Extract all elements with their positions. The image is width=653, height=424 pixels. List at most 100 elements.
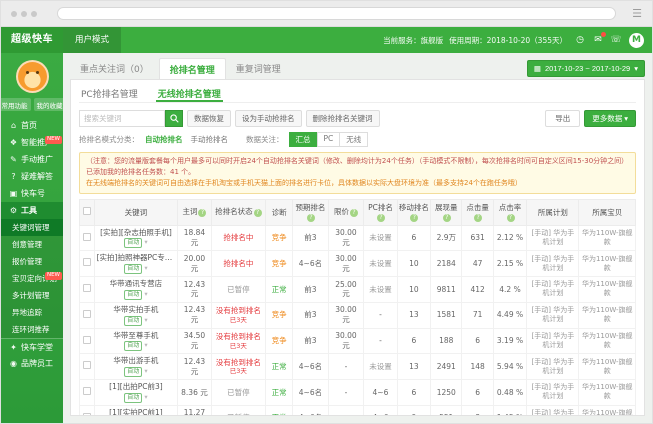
help-icon[interactable]: ?: [254, 209, 262, 217]
window-dot[interactable]: [11, 11, 17, 17]
sidebar-item[interactable]: 关键词管理: [1, 219, 63, 236]
filter-segment[interactable]: 无线: [339, 132, 368, 147]
sidebar-item[interactable]: 多计划管理: [1, 287, 63, 304]
subtab-item[interactable]: 无线抢排名管理: [156, 85, 223, 102]
chevron-down-icon[interactable]: ▾: [142, 238, 147, 246]
header-right: 当前服务：旗舰版 使用周期：2018-10-20（355天） ◷✉☏ M: [383, 33, 652, 48]
pc-rank: 4~6: [364, 380, 397, 406]
filter-segment[interactable]: 汇总: [289, 132, 318, 147]
school-icon: ✦: [9, 343, 18, 352]
clicks: 412: [462, 277, 493, 303]
search-button[interactable]: [165, 110, 183, 127]
status-cell: 已暂停: [211, 405, 265, 416]
tab-user-mode[interactable]: 用户模式: [63, 27, 121, 53]
help-icon[interactable]: ?: [198, 209, 206, 217]
sidebar-item[interactable]: 异地追踪: [1, 304, 63, 321]
status-text: 抢排名中: [214, 233, 263, 243]
clicks: 8: [462, 405, 493, 416]
tab-item[interactable]: 抢排名管理: [159, 58, 226, 79]
filter-option[interactable]: 手动抢排名: [191, 134, 229, 145]
sidebar-item[interactable]: ❖智能推广NEW: [1, 134, 63, 151]
diagnosis: 正常: [266, 380, 293, 406]
date-range-picker[interactable]: ▦ 2017-10-23 ~ 2017-10-29 ▾: [527, 60, 645, 77]
service-icon[interactable]: ☏: [609, 33, 623, 47]
clicks: 148: [462, 354, 493, 380]
ctr: 2.12 %: [493, 225, 526, 251]
more-data-button[interactable]: 更多数据 ▾: [584, 110, 636, 127]
sidebar-item[interactable]: ✦快车学堂: [1, 338, 63, 355]
row-checkbox[interactable]: [83, 310, 91, 318]
column-header: 主词?: [178, 199, 211, 225]
sidebar-item[interactable]: ?疑难解答: [1, 168, 63, 185]
filter-option[interactable]: 自动抢排名: [145, 134, 183, 145]
window-dot[interactable]: [31, 11, 37, 17]
row-checkbox[interactable]: [83, 284, 91, 292]
help-icon[interactable]: ?: [443, 214, 451, 222]
sidebar-item[interactable]: ▣快车号: [1, 185, 63, 202]
manual-promo-icon: ✎: [9, 155, 18, 164]
toolbar-button[interactable]: 删除抢排名关键词: [306, 110, 380, 127]
pc-rank: 未设置: [364, 251, 397, 277]
column-label: 主词: [182, 207, 197, 216]
chevron-down-icon[interactable]: ▾: [142, 316, 147, 324]
sidebar-item[interactable]: ⚙工具: [1, 202, 63, 219]
limit-price: 30.00 元: [328, 328, 364, 354]
chevron-down-icon[interactable]: ▾: [142, 341, 147, 349]
chevron-down-icon[interactable]: ▾: [142, 264, 147, 272]
chevron-down-icon[interactable]: ▾: [142, 393, 147, 401]
browser-window: ☰ 超级快车 用户模式 当前服务：旗舰版 使用周期：2018-10-20（355…: [0, 0, 653, 424]
tab-item[interactable]: 重复词管理: [226, 58, 291, 79]
column-label: 点击率: [499, 203, 522, 212]
sidebar-item[interactable]: 宝贝定向计划NEW: [1, 270, 63, 287]
toolbar-button[interactable]: 设为手动抢排名: [235, 110, 302, 127]
url-bar[interactable]: [57, 7, 616, 20]
mascot-avatar[interactable]: [16, 60, 49, 93]
help-icon[interactable]: ?: [410, 214, 418, 222]
chevron-down-icon[interactable]: ▾: [142, 290, 147, 298]
sidebar-item[interactable]: 报价管理: [1, 253, 63, 270]
toolbar-button[interactable]: 数据恢复: [187, 110, 231, 127]
hamburger-icon[interactable]: ☰: [632, 8, 642, 19]
tab-item[interactable]: 重点关注词（0）: [70, 58, 159, 79]
sidebar-item[interactable]: 连环词推荐: [1, 321, 63, 338]
mobile-rank: 10: [397, 277, 430, 303]
row-checkbox[interactable]: [83, 387, 91, 395]
row-checkbox[interactable]: [83, 233, 91, 241]
sidebar-item[interactable]: 创意管理: [1, 236, 63, 253]
row-select-cell: [80, 225, 95, 251]
sidebar-item[interactable]: ◉品牌员工: [1, 355, 63, 372]
subtab-item[interactable]: PC抢排名管理: [79, 85, 140, 102]
table-row: 华带通讯专营店自动 ▾12.43 元已暂停正常前325.00 元未设置10981…: [80, 277, 636, 303]
limit-price: -: [328, 405, 364, 416]
sidebar-item[interactable]: ⌂首页: [1, 117, 63, 134]
row-checkbox[interactable]: [83, 413, 91, 416]
search-input[interactable]: [79, 110, 165, 127]
row-select-cell: [80, 328, 95, 354]
quick-button[interactable]: 我的收藏: [34, 98, 66, 111]
window-dot[interactable]: [21, 11, 27, 17]
user-avatar[interactable]: M: [629, 33, 644, 48]
quick-button[interactable]: 常用功能: [0, 98, 31, 111]
column-header: 关键词: [94, 199, 178, 225]
data-options: 汇总PC无线: [290, 132, 369, 147]
help-icon[interactable]: ?: [350, 209, 358, 217]
chevron-down-icon[interactable]: ▾: [142, 367, 147, 375]
help-icon[interactable]: ?: [377, 214, 385, 222]
column-header: 抢排名状态?: [211, 199, 265, 225]
row-checkbox[interactable]: [83, 258, 91, 266]
export-button[interactable]: 导出: [545, 110, 580, 127]
plan: [手动] 华为手机计划: [527, 251, 579, 277]
select-all-checkbox[interactable]: [83, 207, 91, 215]
row-checkbox[interactable]: [83, 336, 91, 344]
mail-icon[interactable]: ✉: [591, 33, 605, 47]
help-icon[interactable]: ?: [307, 214, 315, 222]
sidebar-item[interactable]: ✎手动推广: [1, 151, 63, 168]
impressions: 1581: [431, 302, 462, 328]
help-icon[interactable]: ?: [507, 214, 515, 222]
sidebar-item-label: 报价管理: [12, 256, 42, 267]
filter-segment[interactable]: PC: [317, 132, 341, 147]
row-checkbox[interactable]: [83, 361, 91, 369]
help-icon[interactable]: ?: [474, 214, 482, 222]
history-icon[interactable]: ◷: [573, 33, 587, 47]
sidebar-item-label: 快车号: [21, 188, 45, 199]
